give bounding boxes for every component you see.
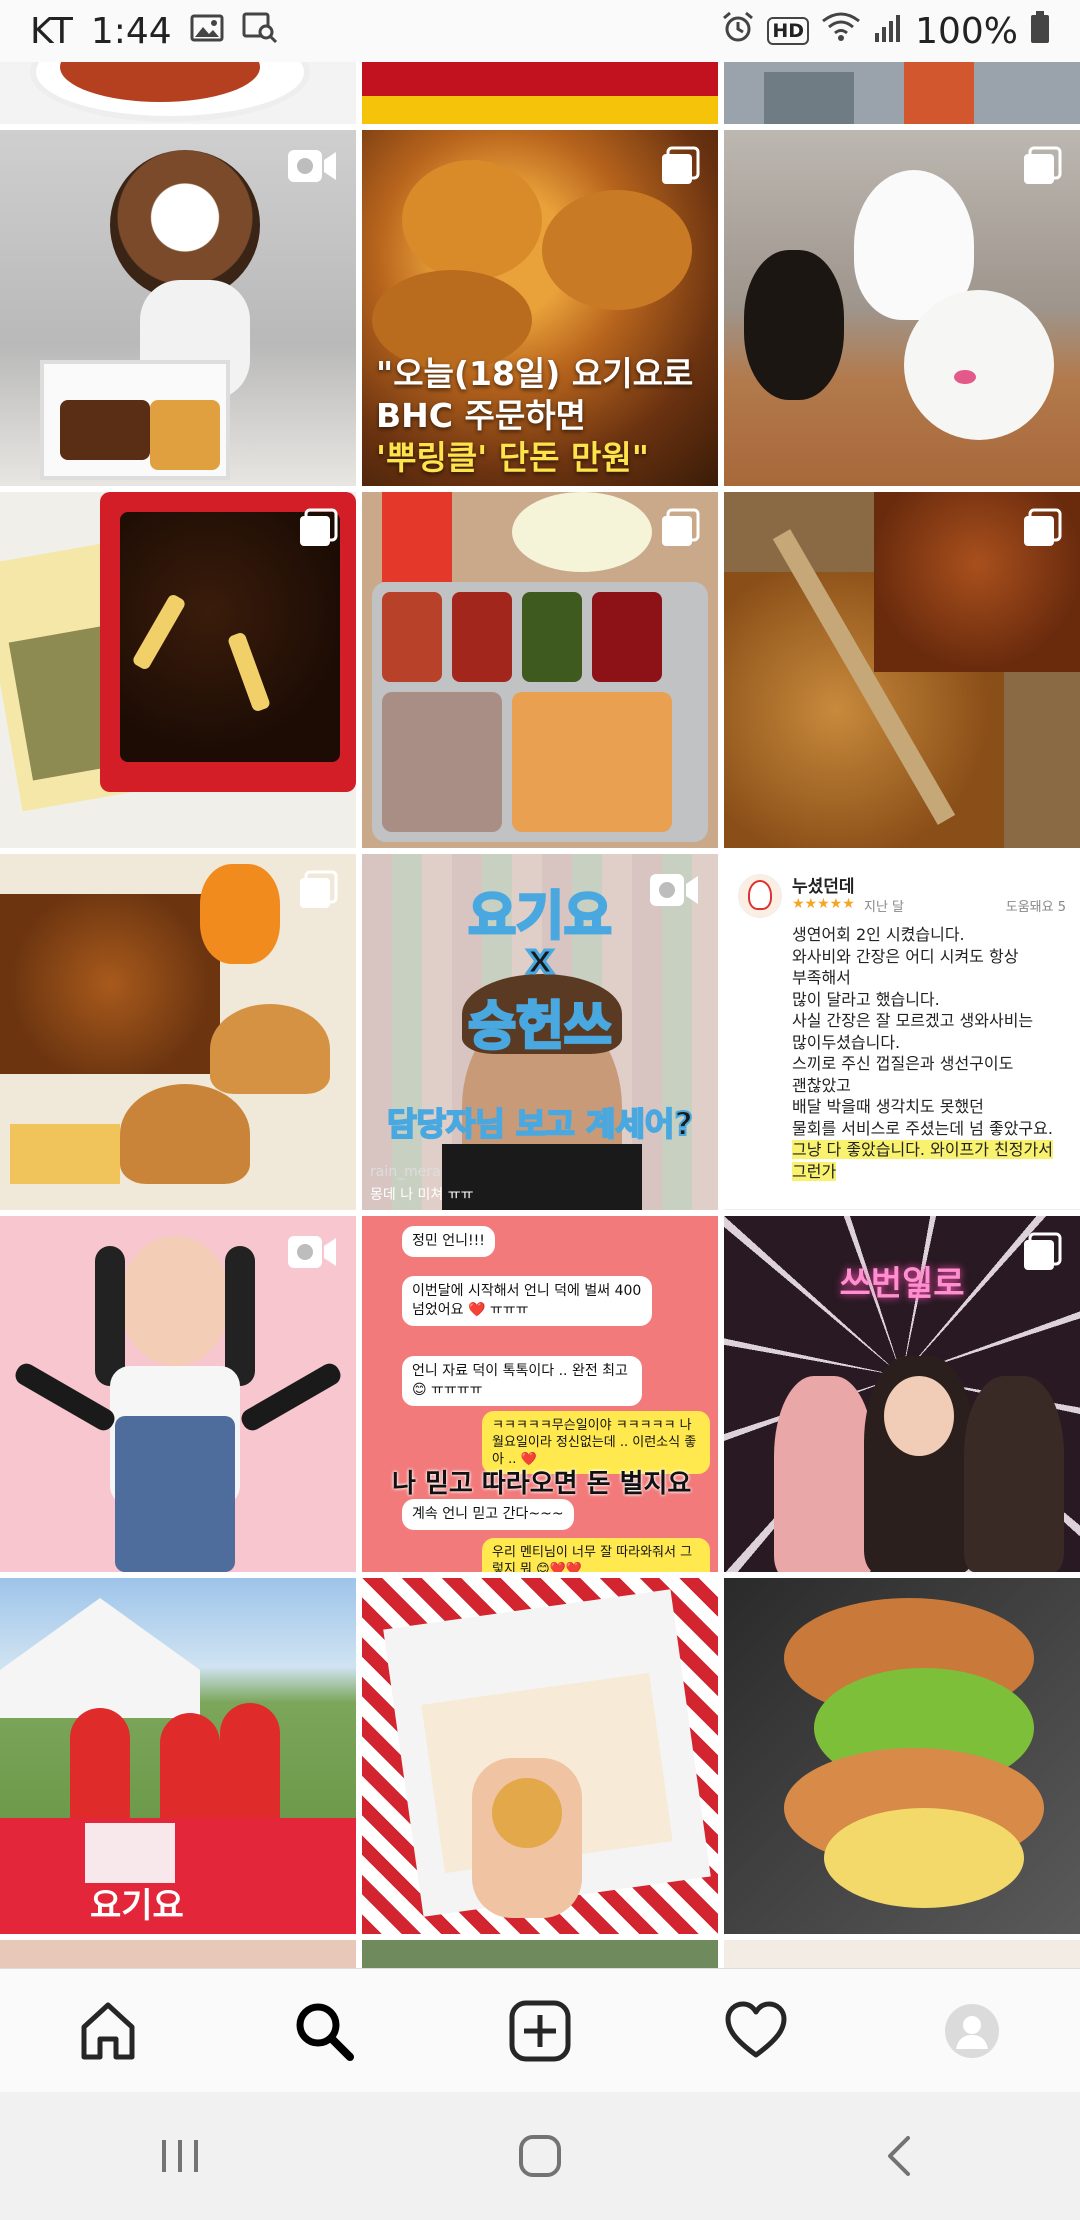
nav-activity[interactable]	[696, 1981, 816, 2081]
grid-tile[interactable]	[362, 1940, 718, 1968]
grid-tile-dessert-box[interactable]	[362, 1578, 718, 1934]
profile-avatar-icon	[945, 2003, 999, 2058]
hd-voice-icon: HD	[767, 17, 810, 45]
carousel-icon	[1022, 1232, 1062, 1277]
home-button-icon	[519, 2135, 561, 2177]
video-icon	[286, 1232, 338, 1277]
review-line: 부족해서	[792, 968, 851, 987]
bhc-promo-line2: BHC 주문하면	[376, 396, 586, 435]
app-root: KT 1:44 HD 100% "오늘(18일) 요기요로 BHC 주문하면 '…	[0, 0, 1080, 2220]
grid-tile-fried-chicken[interactable]	[724, 492, 1080, 848]
grid-tile-video-collab[interactable]: 요기요 x 승헌쓰 담당자님 보고 계세어? rain_mera 몽데 나 미쳐…	[362, 854, 718, 1210]
video-title-line2: x	[525, 933, 555, 985]
grid-tile[interactable]	[724, 62, 1080, 124]
recents-button[interactable]	[120, 2111, 240, 2201]
grid-tile-chicken-box[interactable]	[0, 492, 356, 848]
chat-message: 언니 자료 덕이 톡톡이다 .. 완전 최고 😊 ㅠㅠㅠㅠ	[402, 1356, 642, 1406]
wifi-icon	[821, 11, 861, 52]
grid-tile-chat-screenshot[interactable]: 정민 언니!!! 이번달에 시작해서 언니 덕에 벌써 400 넘었어요 ❤️ …	[362, 1216, 718, 1572]
home-icon	[81, 2002, 135, 2059]
chat-banner: 나 믿고 따라오면 돈 벌지요	[392, 1469, 692, 1499]
carousel-icon	[1022, 508, 1062, 553]
review-highlight-line: 그런가	[792, 1161, 837, 1181]
grid-tile[interactable]	[0, 1940, 356, 1968]
carousel-icon	[298, 508, 338, 553]
chat-message: 계속 언니 믿고 간다~~~	[402, 1499, 574, 1530]
grid-tile-girl-video[interactable]	[0, 1216, 356, 1572]
grid-tile-bhc-promo[interactable]: "오늘(18일) 요기요로 BHC 주문하면 '뿌링클' 단돈 만원"	[362, 130, 718, 486]
reviewer-name: 누셨던데	[792, 877, 855, 897]
gallery-notification-icon	[190, 11, 224, 52]
signal-icon	[873, 11, 903, 52]
grid-tile-sandwich[interactable]	[724, 1578, 1080, 1934]
review-date: 지난 달	[864, 900, 905, 915]
carousel-icon	[1022, 146, 1062, 191]
grid-tile-chicken-burgers[interactable]	[0, 854, 356, 1210]
review-line: 와사비와 간장은 어디 시켜도 항상	[792, 946, 1019, 966]
bhc-promo-line3: '뿌링클' 단돈 만원"	[376, 438, 649, 477]
heart-icon	[725, 2001, 787, 2057]
grid-tile[interactable]	[724, 1940, 1080, 1968]
bhc-promo-line1: "오늘(18일) 요기요로	[376, 354, 694, 393]
clock: 1:44	[90, 10, 172, 52]
review-body: 생연어회 2인 시켰습니다. 와사비와 간장은 어디 시켜도 항상 부족해서 많…	[792, 924, 1066, 1182]
video-title-line3: 승헌쓰	[467, 996, 614, 1059]
grid-tile-neon-photo[interactable]: 쓰번일로	[724, 1216, 1080, 1572]
back-button[interactable]	[840, 2111, 960, 2201]
search-icon	[296, 2003, 354, 2061]
grid-tile-school-lunch[interactable]	[362, 492, 718, 848]
home-button[interactable]	[480, 2111, 600, 2201]
carousel-icon	[660, 146, 700, 191]
nav-home[interactable]	[48, 1981, 168, 2081]
video-icon	[286, 146, 338, 191]
review-line: 많이두셨습니다.	[792, 1032, 901, 1052]
system-nav-bar	[0, 2092, 1080, 2220]
grid-tile-promo-booth[interactable]: 요기요	[0, 1578, 356, 1934]
carousel-icon	[660, 508, 700, 553]
review-line: 많이 달라고 했습니다.	[792, 989, 940, 1009]
status-bar: KT 1:44 HD 100%	[0, 0, 1080, 62]
review-line: 생연어회 2인 시켰습니다.	[792, 925, 965, 944]
video-subtitle: 담당자님 보고 계세어?	[386, 1104, 694, 1144]
grid-tile[interactable]	[0, 62, 356, 124]
explore-grid: "오늘(18일) 요기요로 BHC 주문하면 '뿌링클' 단돈 만원" 요기요 …	[0, 62, 1080, 1968]
review-card: 누셨던데 ★★★★★ 지난 달 도움돼요 5 생연어회 2인 시켰습니다. 와사…	[724, 854, 1080, 1209]
grid-tile-three-dogs[interactable]	[724, 130, 1080, 486]
chicken-avatar-icon	[748, 880, 772, 910]
nav-add-post[interactable]	[480, 1981, 600, 2081]
carousel-icon	[298, 870, 338, 915]
review-stars: ★★★★★	[792, 896, 855, 912]
alarm-icon	[721, 10, 755, 53]
chat-message: 이번달에 시작해서 언니 덕에 벌써 400 넘었어요 ❤️ ㅠㅠㅠ	[402, 1276, 652, 1326]
add-post-icon	[509, 2000, 571, 2061]
battery-icon	[1030, 10, 1050, 53]
grid-tile-review-card[interactable]: 누셨던데 ★★★★★ 지난 달 도움돼요 5 생연어회 2인 시켰습니다. 와사…	[724, 854, 1080, 1210]
video-username: rain_mera	[370, 1164, 441, 1180]
video-comment: 몽데 나 미쳐 ㅠㅠ	[370, 1187, 474, 1203]
chat-message: 우리 멘티님이 너무 잘 따라와줘서 그렇지 뭐 😊❤️❤️	[482, 1538, 710, 1572]
helpful-count: 도움돼요 5	[1005, 900, 1066, 915]
image-search-notification-icon	[242, 11, 278, 52]
back-icon	[888, 2136, 910, 2176]
booth-sign: 요기요	[90, 1886, 184, 1926]
battery-percent: 100%	[915, 10, 1018, 52]
review-line: 사실 간장은 잘 모르겠고 생와사비는	[792, 1011, 1034, 1030]
recents-icon	[162, 2140, 198, 2172]
grid-tile[interactable]	[362, 62, 718, 124]
review-line: 배달 박을때 생각치도 못했던	[792, 1097, 984, 1116]
nav-profile[interactable]	[912, 1981, 1032, 2081]
nav-search[interactable]	[264, 1981, 384, 2081]
review-line: 괜찮았고	[792, 1075, 851, 1095]
video-icon	[648, 870, 700, 915]
review-highlight-line: 그냥 다 좋았습니다. 와이프가 친정가서	[792, 1140, 1053, 1159]
review-line: 스끼로 주신 껍질은과 생선구이도	[792, 1054, 1014, 1073]
carrier-label: KT	[30, 10, 73, 52]
grid-tile-dog-lunchbox[interactable]	[0, 130, 356, 486]
chat-message: 정민 언니!!!	[402, 1226, 495, 1257]
bottom-nav	[0, 1968, 1080, 2092]
review-line: 물회를 서비스로 주셨는데 넘 좋았구요.	[792, 1118, 1053, 1138]
